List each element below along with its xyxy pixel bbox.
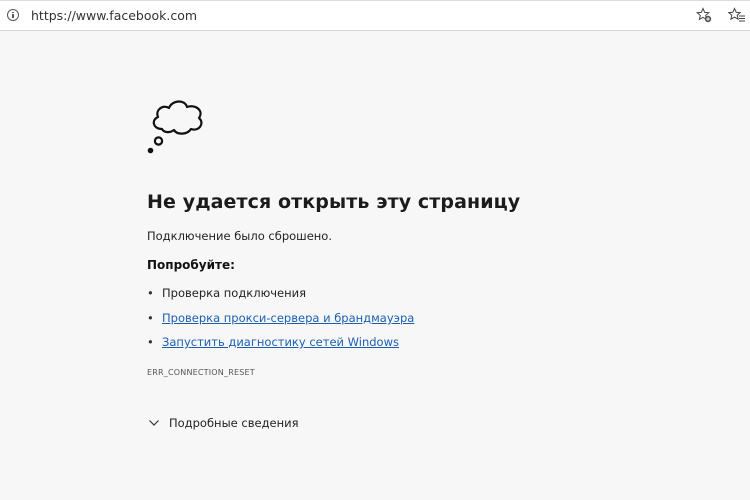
- address-bar[interactable]: https://www.facebook.com: [0, 1, 750, 31]
- url-text[interactable]: https://www.facebook.com: [31, 8, 197, 23]
- check-proxy-firewall-link[interactable]: Проверка прокси-сервера и брандмауэра: [162, 311, 414, 325]
- chevron-down-icon[interactable]: [148, 418, 160, 428]
- bullet: •: [147, 311, 154, 325]
- error-message: Подключение было сброшено.: [147, 229, 332, 243]
- info-icon[interactable]: [7, 9, 19, 21]
- page-title: Не удается открыть эту страницу: [147, 191, 521, 213]
- suggestion-label: Проверка подключения: [162, 286, 307, 300]
- try-heading: Попробуйте:: [147, 258, 235, 272]
- bullet: •: [147, 286, 154, 300]
- network-diagnostics-link[interactable]: Запустить диагностику сетей Windows: [162, 335, 399, 349]
- details-label[interactable]: Подробные сведения: [169, 416, 299, 430]
- bullet: •: [147, 335, 154, 349]
- error-code: ERR_CONNECTION_RESET: [147, 368, 255, 377]
- thought-cloud-icon: [147, 100, 203, 154]
- star-plus-icon[interactable]: [696, 7, 712, 23]
- favorites-list-icon[interactable]: [728, 7, 746, 23]
